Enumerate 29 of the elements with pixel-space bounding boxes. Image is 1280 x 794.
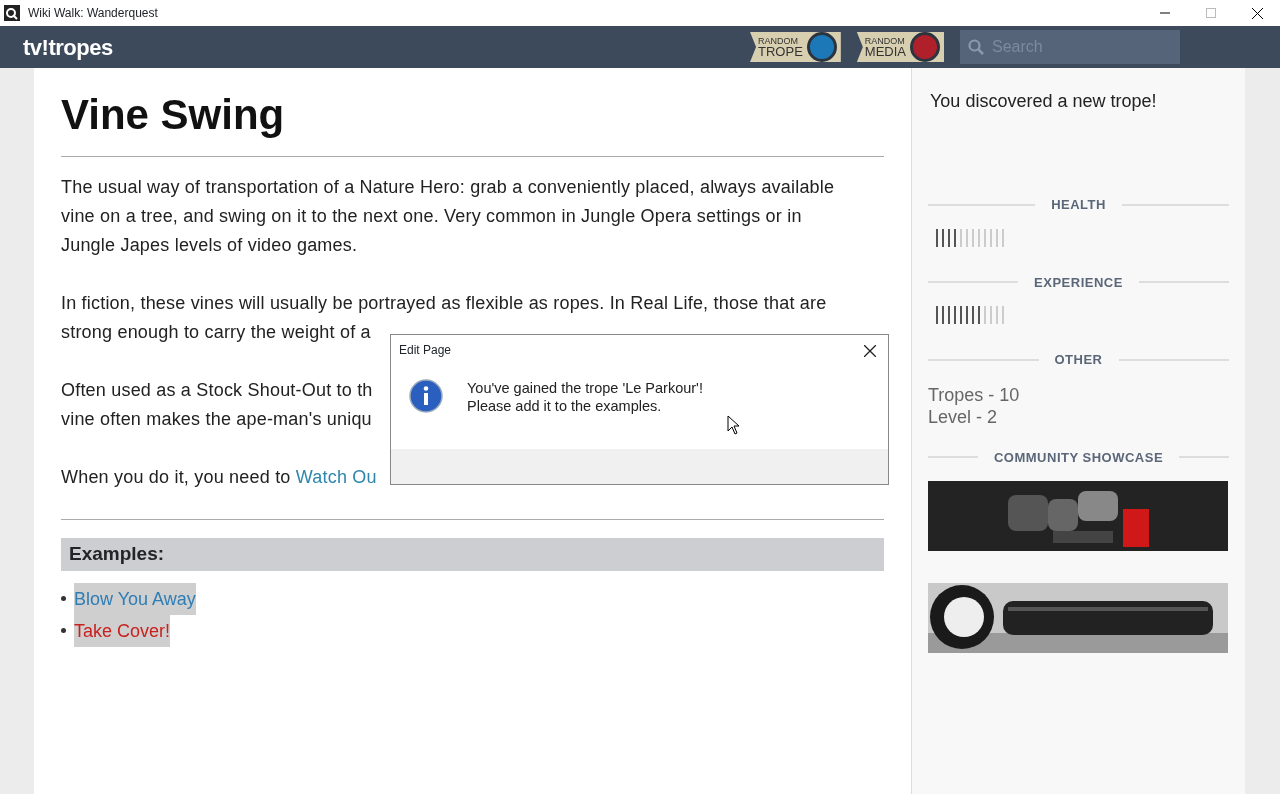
- section-heading: OTHER: [1054, 351, 1103, 369]
- stat-text: Tropes - 10: [928, 383, 1021, 406]
- close-icon[interactable]: [864, 345, 876, 357]
- bullet-icon: [61, 628, 66, 634]
- paragraph: The usual way of transportation of a Nature Hero: grab a conveniently placed, always available vine on a tree, and swing on it to the next one. Very common in Jungle Opera settings or in Jungle Japes levels of video games.: [61, 176, 835, 258]
- text-link[interactable]: Watch Ou: [295, 467, 377, 488]
- article-title: Vine Swing: [61, 90, 884, 158]
- stat-text: Level - 2: [928, 405, 999, 428]
- close-icon: [1251, 7, 1263, 19]
- section-heading: EXPERIENCE: [1034, 273, 1123, 292]
- app-icon: [4, 5, 20, 21]
- info-icon: [409, 379, 443, 413]
- bullet-icon: [61, 596, 66, 602]
- dialog-title: Edit Page: [399, 342, 452, 359]
- paragraph: When you do it, you need to Watch Ou: [61, 466, 377, 490]
- site-logo[interactable]: tv!tropes: [23, 30, 113, 64]
- section-heading: HEALTH: [1051, 196, 1106, 214]
- random-button[interactable]: RANDOM TROPE: [750, 32, 841, 62]
- paragraph: Often used as a Stock Shout-Out to th vine often makes the ape-man's uniqu: [61, 379, 373, 432]
- example-link[interactable]: Take Cover!: [74, 614, 171, 647]
- random-button[interactable]: RANDOM MEDIA: [856, 32, 944, 62]
- window-title: Wiki Walk: Wanderquest: [28, 5, 158, 22]
- maximize-icon: [1206, 8, 1216, 18]
- section-heading: Examples:: [61, 538, 884, 571]
- cursor-icon: [726, 415, 740, 435]
- section-heading: COMMUNITY SHOWCASE: [993, 448, 1164, 467]
- dialog-message: You've gained the trope 'Le Parkour'! Please add it to the examples.: [467, 379, 703, 416]
- notice-text: You discovered a new trope!: [930, 90, 1158, 113]
- paragraph: In fiction, these vines will usually be portrayed as flexible as ropes. In Real Life, those that are strong enough to carry the weight of a: [61, 292, 827, 345]
